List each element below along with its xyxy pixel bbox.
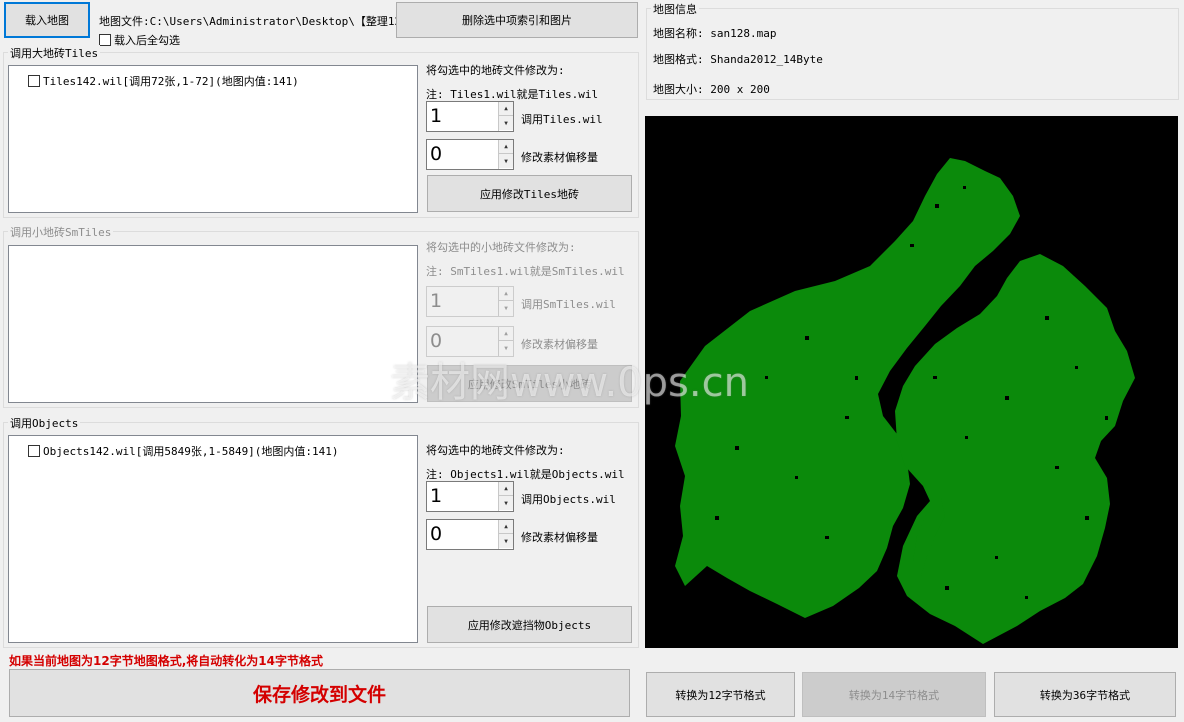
checkbox-box[interactable] xyxy=(99,34,111,46)
stepper-buttons: ▲ ▼ xyxy=(498,140,513,169)
convert-36-byte-button[interactable]: 转换为36字节格式 xyxy=(994,672,1176,717)
tiles-offset-stepper[interactable]: 0 ▲ ▼ xyxy=(426,139,514,170)
map-size: 地图大小: 200 x 200 xyxy=(653,83,770,96)
stepper-buttons: ▲ ▼ xyxy=(498,102,513,131)
spin-up-icon[interactable]: ▲ xyxy=(499,327,513,341)
smtiles-index-value[interactable]: 1 xyxy=(430,289,442,313)
stepper-buttons: ▲ ▼ xyxy=(498,520,513,549)
spin-up-icon[interactable]: ▲ xyxy=(499,520,513,534)
tiles-note: 注: Tiles1.wil就是Tiles.wil xyxy=(426,88,599,101)
save-to-file-button[interactable]: 保存修改到文件 xyxy=(9,669,630,717)
tiles-list-item-label: Tiles142.wil[调用72张,1-72](地图内值:141) xyxy=(43,75,299,88)
tiles-modify-label: 将勾选中的地砖文件修改为: xyxy=(426,64,565,77)
load-map-button[interactable]: 载入地图 xyxy=(4,2,90,38)
smtiles-offset-stepper[interactable]: 0 ▲ ▼ xyxy=(426,326,514,357)
smtiles-index-label: 调用SmTiles.wil xyxy=(521,298,616,311)
objects-modify-label: 将勾选中的地砖文件修改为: xyxy=(426,444,565,457)
objects-offset-stepper[interactable]: 0 ▲ ▼ xyxy=(426,519,514,550)
convert-12-byte-button[interactable]: 转换为12字节格式 xyxy=(646,672,795,717)
spin-up-icon[interactable]: ▲ xyxy=(499,287,513,301)
delete-selected-button[interactable]: 删除选中项索引和图片 xyxy=(396,2,638,38)
smtiles-note: 注: SmTiles1.wil就是SmTiles.wil xyxy=(426,265,625,278)
convert-14-byte-button[interactable]: 转换为14字节格式 xyxy=(802,672,986,717)
tiles-offset-label: 修改素材偏移量 xyxy=(521,151,598,164)
objects-list-item[interactable]: Objects142.wil[调用5849张,1-5849](地图内值:141) xyxy=(28,443,339,459)
tiles-offset-value[interactable]: 0 xyxy=(430,142,442,166)
apply-objects-button[interactable]: 应用修改遮挡物Objects xyxy=(427,606,632,643)
objects-note: 注: Objects1.wil就是Objects.wil xyxy=(426,468,625,481)
tiles-list-item[interactable]: Tiles142.wil[调用72张,1-72](地图内值:141) xyxy=(28,73,299,89)
spin-down-icon[interactable]: ▼ xyxy=(499,341,513,355)
spin-up-icon[interactable]: ▲ xyxy=(499,102,513,116)
select-all-after-load-checkbox[interactable]: 载入后全勾选 xyxy=(99,32,180,48)
objects-list-item-label: Objects142.wil[调用5849张,1-5849](地图内值:141) xyxy=(43,445,339,458)
tiles-group-title: 调用大地砖Tiles xyxy=(8,45,101,61)
objects-offset-label: 修改素材偏移量 xyxy=(521,531,598,544)
smtiles-index-stepper[interactable]: 1 ▲ ▼ xyxy=(426,286,514,317)
objects-index-value[interactable]: 1 xyxy=(430,484,442,508)
checkbox-box[interactable] xyxy=(28,75,40,87)
objects-group-title: 调用Objects xyxy=(8,415,81,431)
spin-down-icon[interactable]: ▼ xyxy=(499,154,513,168)
map-info-group: 地图信息 地图名称: san128.map 地图格式: Shanda2012_1… xyxy=(646,1,1179,100)
map-file-label: 地图文件:C:\Users\Administrator\Desktop\【整理1… xyxy=(99,15,413,28)
smtiles-list[interactable] xyxy=(8,245,418,403)
map-preview xyxy=(645,116,1178,648)
checkbox-label: 载入后全勾选 xyxy=(114,34,180,47)
map-format: 地图格式: Shanda2012_14Byte xyxy=(653,53,823,66)
apply-smtiles-button[interactable]: 应用修改SmTiles小地砖 xyxy=(427,365,632,402)
stepper-buttons: ▲ ▼ xyxy=(498,287,513,316)
spin-down-icon[interactable]: ▼ xyxy=(499,301,513,315)
spin-up-icon[interactable]: ▲ xyxy=(499,140,513,154)
smtiles-offset-label: 修改素材偏移量 xyxy=(521,338,598,351)
map-preview-canvas xyxy=(645,116,1178,648)
objects-list[interactable]: Objects142.wil[调用5849张,1-5849](地图内值:141) xyxy=(8,435,418,643)
checkbox-box[interactable] xyxy=(28,445,40,457)
spin-down-icon[interactable]: ▼ xyxy=(499,496,513,510)
objects-index-label: 调用Objects.wil xyxy=(521,493,616,506)
smtiles-modify-label: 将勾选中的小地砖文件修改为: xyxy=(426,241,576,254)
stepper-buttons: ▲ ▼ xyxy=(498,327,513,356)
objects-index-stepper[interactable]: 1 ▲ ▼ xyxy=(426,481,514,512)
spin-up-icon[interactable]: ▲ xyxy=(499,482,513,496)
stepper-buttons: ▲ ▼ xyxy=(498,482,513,511)
smtiles-group-title: 调用小地砖SmTiles xyxy=(8,224,114,240)
smtiles-offset-value[interactable]: 0 xyxy=(430,329,442,353)
tiles-index-stepper[interactable]: 1 ▲ ▼ xyxy=(426,101,514,132)
spin-down-icon[interactable]: ▼ xyxy=(499,534,513,548)
spin-down-icon[interactable]: ▼ xyxy=(499,116,513,130)
apply-tiles-button[interactable]: 应用修改Tiles地砖 xyxy=(427,175,632,212)
tiles-list[interactable]: Tiles142.wil[调用72张,1-72](地图内值:141) xyxy=(8,65,418,213)
tiles-index-label: 调用Tiles.wil xyxy=(521,113,603,126)
objects-offset-value[interactable]: 0 xyxy=(430,522,442,546)
map-name: 地图名称: san128.map xyxy=(653,27,777,40)
format-warning: 如果当前地图为12字节地图格式,将自动转化为14字节格式 xyxy=(9,654,323,668)
map-info-group-title: 地图信息 xyxy=(651,1,699,17)
tiles-index-value[interactable]: 1 xyxy=(430,104,442,128)
